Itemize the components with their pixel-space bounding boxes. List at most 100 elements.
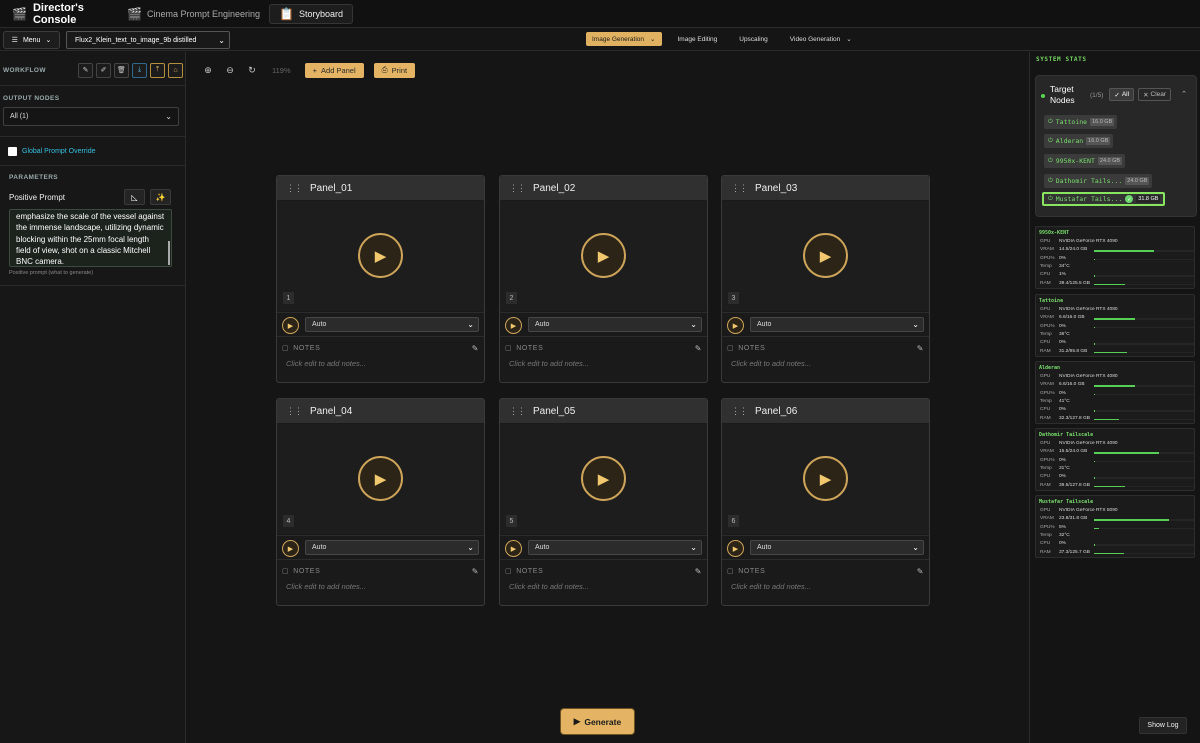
stat-value: 6.6/16.0 GB (1059, 382, 1085, 388)
drag-handle-icon[interactable]: ⋮⋮ (509, 183, 526, 194)
edit-icon[interactable]: ✎ (695, 567, 702, 576)
upload-icon[interactable]: ⤒ (150, 62, 165, 78)
stat-row: RAM 32.3/127.8 GB (1040, 416, 1194, 424)
mode-image-generation[interactable]: Image Generation ⌄ (586, 32, 662, 46)
tag-icon[interactable]: ⌂ (168, 62, 183, 78)
print-button[interactable]: ⎙ Print (373, 62, 416, 78)
play-icon[interactable]: ▶ (358, 233, 403, 278)
stat-key: CPU (1040, 541, 1051, 547)
play-icon[interactable]: ▶ (803, 456, 848, 501)
override-checkbox[interactable] (8, 147, 17, 156)
sparkle-icon[interactable]: ✨ (150, 189, 171, 205)
stat-value: 23.8/31.8 GB (1059, 516, 1088, 522)
panel-select[interactable]: Auto ⌄ (750, 317, 924, 332)
target-node-tattoine[interactable]: ⏻ Tattoine 16.0 GB (1044, 115, 1118, 129)
menu-button[interactable]: ☰ Menu ⌄ (3, 31, 60, 49)
play-icon[interactable]: ▶ (505, 540, 522, 557)
stat-value: 6.6/16.0 GB (1059, 315, 1085, 321)
target-node-9950x-kent[interactable]: ⏻ 9950x-KENT 24.0 GB (1044, 154, 1126, 168)
stat-key: Temp (1040, 331, 1052, 337)
system-stats-panel: SYSTEM STATS Target Nodes (1/5) ✓ All ✕ … (1029, 52, 1200, 743)
rename-icon[interactable]: ✐ (96, 62, 111, 78)
target-node-dathomir[interactable]: ⏻ Dathomir Tails... 24.0 GB (1044, 174, 1153, 188)
stat-value: 31.2/95.8 GB (1059, 348, 1088, 354)
clear-button[interactable]: ✕ Clear (1138, 88, 1172, 101)
play-icon[interactable]: ▶ (581, 233, 626, 278)
usage-bar (1094, 318, 1194, 320)
positive-prompt-input[interactable]: emphasize the scale of the vessel agains… (9, 209, 172, 267)
scrollbar[interactable] (168, 241, 170, 265)
node-stats-card: Mustafar Tailscale GPU NVIDIA GeForce RTX … (1035, 495, 1195, 558)
tab-storyboard[interactable]: 📋 Storyboard (269, 3, 353, 24)
play-icon[interactable]: ▶ (581, 456, 626, 501)
film-icon: 🎬 (127, 6, 142, 21)
drag-handle-icon[interactable]: ⋮⋮ (731, 183, 748, 194)
select-all-button[interactable]: ✓ All (1109, 88, 1135, 101)
chevron-down-icon: ⌄ (467, 543, 474, 552)
add-panel-button[interactable]: + Add Panel (304, 62, 364, 78)
target-nodes-header: Target Nodes (1/5) ✓ All ✕ Clear ⌃ (1041, 84, 1193, 108)
panel-header: ⋮⋮ Panel_05 (500, 399, 707, 423)
panel-select[interactable]: Auto ⌄ (528, 317, 702, 332)
mode-upscaling[interactable]: Upscaling (733, 32, 774, 46)
show-log-button[interactable]: Show Log (1139, 717, 1187, 734)
edit-icon[interactable]: ✎ (695, 344, 702, 353)
stat-value: 36°C (1059, 331, 1070, 337)
trash-icon[interactable]: 🗑 (114, 62, 129, 78)
usage-bar-fill (1094, 485, 1125, 487)
global-prompt-override[interactable]: Global Prompt Override (8, 147, 96, 156)
comment-icon: ▢ (282, 345, 290, 352)
drag-handle-icon[interactable]: ⋮⋮ (731, 406, 748, 417)
play-icon[interactable]: ▶ (727, 540, 744, 557)
panel-title: Panel_06 (755, 405, 798, 417)
notes-label: NOTES (293, 567, 321, 575)
drag-handle-icon[interactable]: ⋮⋮ (509, 406, 526, 417)
edit-icon[interactable]: ✎ (917, 344, 924, 353)
tab-cinema-prompt-engineering[interactable]: 🎬 Cinema Prompt Engineering (118, 4, 269, 24)
drag-handle-icon[interactable]: ⋮⋮ (286, 183, 303, 194)
chevron-up-icon[interactable]: ⌃ (1181, 90, 1187, 98)
drag-handle-icon[interactable]: ⋮⋮ (286, 406, 303, 417)
generate-button[interactable]: ▶ Generate (561, 709, 634, 734)
edit-icon[interactable]: ✎ (917, 567, 924, 576)
play-icon[interactable]: ▶ (282, 540, 299, 557)
mode-video-generation[interactable]: Video Generation ⌄ (784, 32, 858, 46)
stat-key: Temp (1040, 398, 1052, 404)
play-icon[interactable]: ▶ (358, 456, 403, 501)
node-vram: 24.0 GB (1125, 177, 1150, 185)
model-select[interactable]: Flux2_Klein_text_to_image_9b distilled ⌄ (66, 31, 230, 49)
panel-select[interactable]: Auto ⌄ (528, 540, 702, 555)
node-stats-name: Alderan (1039, 365, 1061, 371)
edit-icon[interactable]: ✎ (472, 344, 479, 353)
mode-image-editing[interactable]: Image Editing (672, 32, 724, 46)
play-icon[interactable]: ▶ (505, 317, 522, 334)
stat-key: GPU% (1040, 255, 1055, 261)
zoom-out-icon[interactable]: ⊖ (222, 62, 238, 78)
ruler-icon[interactable]: ◺ (124, 189, 145, 205)
edit-icon[interactable]: ✎ (472, 567, 479, 576)
stat-value: 31°C (1059, 465, 1070, 471)
mode-label: Upscaling (739, 35, 768, 43)
panel-select[interactable]: Auto ⌄ (305, 540, 479, 555)
node-name: Dathomir Tails... (1055, 177, 1123, 185)
target-node-mustafar[interactable]: ⏻ Mustafar Tails... ✓ 31.8 GB (1042, 192, 1166, 206)
zoom-in-icon[interactable]: ⊕ (200, 62, 216, 78)
stat-key: RAM (1040, 280, 1051, 286)
usage-bar (1094, 485, 1194, 487)
play-icon[interactable]: ▶ (282, 317, 299, 334)
panel-header: ⋮⋮ Panel_02 (500, 176, 707, 200)
download-icon[interactable]: ⤓ (132, 62, 147, 78)
reset-icon[interactable]: ↻ (244, 62, 260, 78)
stat-row: Temp 34°C (1040, 264, 1194, 272)
output-nodes-select[interactable]: All (1) ⌄ (3, 107, 179, 126)
chevron-down-icon: ⌄ (467, 320, 474, 329)
stat-value: 39.4/125.5 GB (1059, 280, 1090, 286)
panel-select[interactable]: Auto ⌄ (750, 540, 924, 555)
stat-value: 39.5/127.8 GB (1059, 482, 1090, 488)
power-icon: ⏻ (1048, 137, 1053, 144)
edit-icon[interactable]: ✎ (78, 62, 93, 78)
play-icon[interactable]: ▶ (803, 233, 848, 278)
panel-select[interactable]: Auto ⌄ (305, 317, 479, 332)
play-icon[interactable]: ▶ (727, 317, 744, 334)
target-node-alderan[interactable]: ⏻ Alderan 16.0 GB (1044, 134, 1114, 148)
